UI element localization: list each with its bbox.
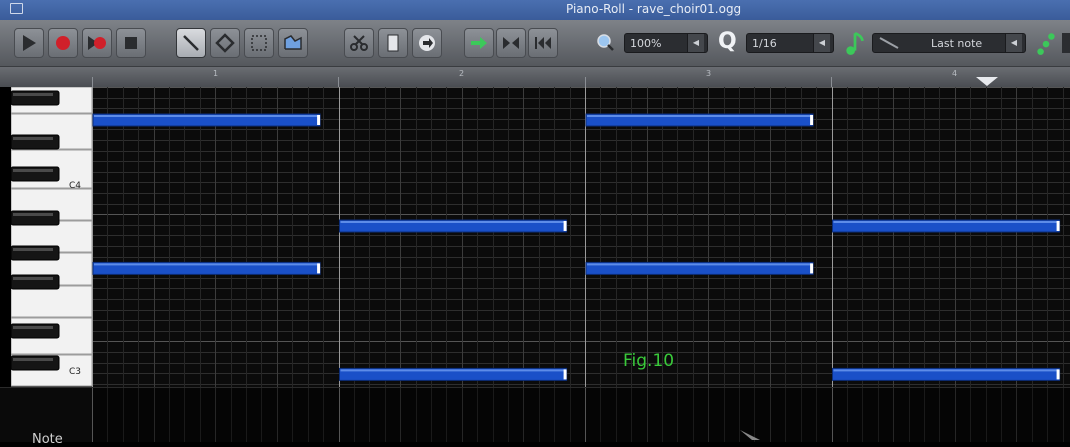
- pencil-icon: [183, 35, 199, 51]
- playhead-marker-icon[interactable]: [976, 77, 998, 87]
- chevron-left-icon[interactable]: ◀: [687, 34, 704, 52]
- black-key-highlight: [13, 169, 53, 172]
- paste-icon: [419, 35, 435, 51]
- mirror-icon: [503, 37, 519, 49]
- record-while-playing-button[interactable]: [82, 28, 112, 58]
- app-icon[interactable]: [10, 3, 23, 14]
- export-arrow-button[interactable]: [464, 28, 494, 58]
- octave-label-c4: C4: [69, 181, 82, 191]
- erase-mode-button[interactable]: [210, 28, 240, 58]
- play-button[interactable]: [14, 28, 44, 58]
- note-resize-handle: [810, 263, 814, 274]
- draw-mode-button[interactable]: [176, 28, 206, 58]
- mouse-cursor-icon: [740, 430, 760, 440]
- ruler-tick: [338, 77, 339, 87]
- scissors-icon: [350, 35, 368, 51]
- stop-icon: [125, 37, 137, 49]
- pencil-icon: [879, 37, 899, 49]
- figure-label: Fig.10: [623, 351, 675, 371]
- black-key-highlight: [13, 137, 53, 140]
- note-resize-handle: [1056, 221, 1060, 231]
- note-length-value: Last note: [931, 37, 983, 50]
- scale-combobox-edge[interactable]: [1062, 33, 1070, 53]
- note-block[interactable]: [92, 113, 321, 127]
- stop-button[interactable]: [116, 28, 146, 58]
- automation-icon: [284, 35, 302, 50]
- black-key-highlight: [13, 326, 53, 329]
- quantize-icon: Q: [718, 29, 737, 54]
- black-key-highlight: [13, 248, 53, 251]
- quantize-combobox[interactable]: 1/16 ◀: [746, 33, 834, 53]
- bar-number: 3: [706, 69, 712, 78]
- note-block[interactable]: [832, 367, 1061, 381]
- rewind-icon: [535, 37, 551, 49]
- black-key-highlight: [13, 93, 53, 96]
- eraser-icon: [215, 33, 235, 53]
- chevron-left-icon[interactable]: ◀: [1005, 34, 1022, 52]
- black-key-highlight: [13, 358, 53, 361]
- velocity-grid[interactable]: [92, 388, 1070, 442]
- paste-button[interactable]: [412, 28, 442, 58]
- piano-keys[interactable]: [10, 86, 93, 387]
- octave-label-c3: C3: [69, 367, 82, 377]
- bar-number: 2: [459, 69, 465, 78]
- magnifier-icon: [597, 34, 614, 51]
- black-key-highlight: [13, 277, 53, 280]
- note-resize-handle: [317, 115, 321, 125]
- window-title: Piano-Roll - rave_choir01.ogg: [566, 2, 742, 16]
- mirror-button[interactable]: [496, 28, 526, 58]
- note-resize-handle: [1056, 369, 1060, 380]
- chevron-left-icon[interactable]: ◀: [813, 34, 830, 52]
- copy-button[interactable]: [378, 28, 408, 58]
- toolbar: 100% ◀ Q 1/16 ◀ Last note ◀: [0, 20, 1070, 67]
- zoom-combobox[interactable]: 100% ◀: [624, 33, 708, 53]
- quantize-value: 1/16: [752, 37, 777, 50]
- zoom-icon-button[interactable]: [591, 28, 621, 58]
- black-key-highlight: [13, 213, 53, 216]
- detune-mode-button[interactable]: [278, 28, 308, 58]
- note-block[interactable]: [339, 219, 568, 233]
- note-resize-handle: [563, 369, 567, 380]
- rewind-button[interactable]: [528, 28, 558, 58]
- note-length-combobox[interactable]: Last note ◀: [872, 33, 1026, 53]
- ruler-tick: [585, 77, 586, 87]
- ruler-tick: [92, 77, 93, 87]
- select-mode-button[interactable]: [244, 28, 274, 58]
- cut-button[interactable]: [344, 28, 374, 58]
- note-block[interactable]: [585, 113, 814, 127]
- chord-icon[interactable]: [1034, 30, 1058, 56]
- arrow-right-icon: [471, 37, 487, 49]
- bar-number: 4: [952, 69, 958, 78]
- note-block[interactable]: [832, 219, 1061, 233]
- timeline-ruler[interactable]: 1 2 3 4: [0, 67, 1070, 87]
- note-resize-handle: [317, 263, 321, 274]
- note-block[interactable]: [585, 261, 814, 275]
- record-play-icon: [88, 36, 106, 50]
- note-block[interactable]: [339, 367, 568, 381]
- copy-icon: [387, 34, 399, 52]
- note-icon: [843, 30, 867, 56]
- note-block[interactable]: [92, 261, 321, 275]
- ruler-tick: [831, 77, 832, 87]
- title-bar: Piano-Roll - rave_choir01.ogg: [0, 0, 1070, 20]
- piano-roll-grid[interactable]: Fig.10: [92, 87, 1070, 387]
- bar-number: 1: [213, 69, 219, 78]
- note-properties-panel[interactable]: Note: [0, 387, 1070, 447]
- record-icon: [56, 36, 70, 50]
- note-panel-label: Note: [32, 432, 63, 447]
- white-key: [10, 285, 93, 318]
- piano-keyboard[interactable]: C4 C3: [10, 86, 93, 387]
- selection-icon: [251, 35, 267, 51]
- play-icon: [23, 35, 36, 51]
- zoom-value: 100%: [630, 37, 662, 50]
- note-resize-handle: [563, 221, 567, 231]
- note-resize-handle: [810, 115, 814, 125]
- record-button[interactable]: [48, 28, 78, 58]
